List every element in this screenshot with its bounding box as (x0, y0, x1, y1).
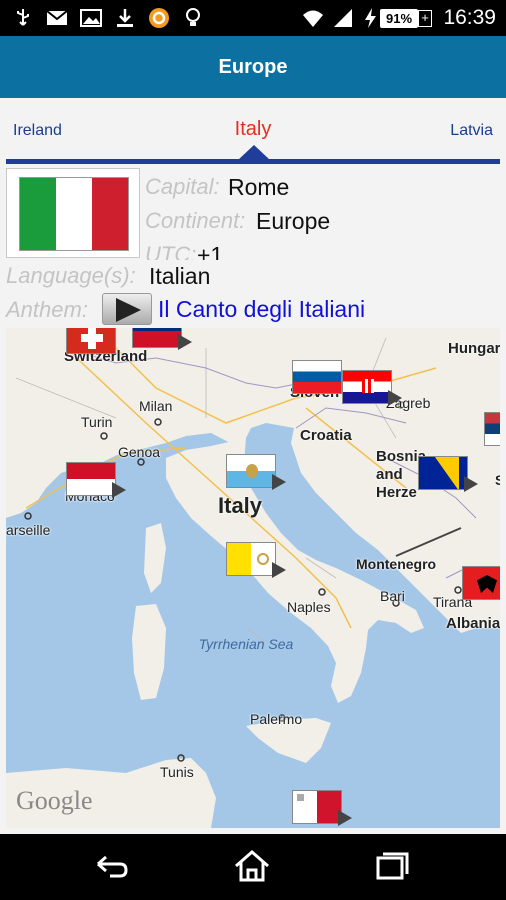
map-label-s-partial: S (495, 472, 500, 488)
bosnia-flag (418, 456, 468, 490)
map-label-bari: Bari (380, 588, 405, 604)
signal-icon (334, 9, 352, 27)
map-label-turin: Turin (81, 414, 113, 430)
home-icon[interactable] (232, 848, 272, 884)
switzerland-flag (66, 328, 116, 354)
play-icon (116, 298, 141, 322)
country-pager-tabs: Ireland Italy Latvia (0, 98, 506, 166)
albania-flag (462, 566, 500, 600)
battery-indicator: 91% (380, 9, 418, 28)
usb-icon (17, 9, 29, 26)
anthem-label: Anthem: (6, 297, 88, 322)
tab-current-country[interactable]: Italy (0, 118, 506, 141)
slovenia-flag (292, 360, 342, 394)
battery-plus-icon: + (418, 10, 432, 27)
play-anthem-button[interactable] (102, 293, 152, 325)
map-label-italy: Italy (218, 493, 263, 518)
vatican-flag (226, 542, 276, 576)
action-bar: Europe (0, 36, 506, 98)
map-label-hungary: Hungar (448, 340, 500, 357)
app-notification-icon (149, 8, 169, 28)
country-detail: Ireland Italy Latvia Capital: Rome Conti… (0, 98, 506, 834)
tab-indicator-caret (238, 145, 270, 160)
continent-label: Continent: (145, 208, 246, 233)
charging-icon (365, 8, 376, 28)
back-icon[interactable] (92, 848, 132, 884)
country-flag-frame (6, 168, 140, 258)
map-label-palermo: Palermo (250, 711, 303, 727)
map-label-montenegro: Montenegro (356, 556, 437, 572)
utc-label: UTC: (145, 242, 197, 260)
map-label-milan: Milan (139, 398, 173, 414)
map-label-naples: Naples (287, 599, 331, 615)
italy-flag (19, 177, 129, 251)
map-label-tyrrhenian-sea: Tyrrhenian Sea (198, 636, 294, 652)
utc-value: +1 (197, 242, 224, 260)
tab-next-country[interactable]: Latvia (450, 122, 493, 140)
download-icon (117, 9, 133, 27)
clock: 16:39 (443, 6, 496, 29)
liechtenstein-flag (132, 328, 182, 348)
utc-row: UTC: +1 (145, 242, 295, 260)
map-label-marseille: arseille (6, 522, 51, 538)
gallery-icon (80, 9, 102, 27)
map-label-albania: Albania (446, 615, 500, 632)
country-map[interactable]: Switzerland Hungar Sloven Croatia Bosnia… (6, 328, 500, 828)
capital-label: Capital: (145, 174, 220, 199)
map-label-croatia: Croatia (300, 427, 352, 444)
language-label: Language(s): (6, 263, 136, 288)
capital-value: Rome (228, 174, 290, 200)
tab-indicator-line (6, 159, 500, 164)
language-value: Italian (149, 263, 211, 289)
malta-flag (292, 790, 342, 824)
navigation-bar (0, 834, 506, 900)
san-marino-flag (226, 454, 276, 488)
monaco-flag (66, 462, 116, 496)
map-label-genoa: Genoa (118, 444, 161, 460)
mail-icon (46, 10, 68, 25)
wifi-icon (303, 10, 323, 27)
anthem-link[interactable]: Il Canto degli Italiani (158, 296, 365, 323)
page-title: Europe (218, 56, 288, 78)
serbia-flag (484, 412, 500, 446)
map-label-tunis: Tunis (160, 764, 194, 780)
recent-apps-icon[interactable] (372, 848, 412, 884)
lightbulb-icon (186, 8, 200, 26)
google-attribution-logo: Google (16, 786, 93, 815)
status-bar: 91% + 16:39 (0, 0, 506, 36)
croatia-flag (342, 370, 392, 404)
continent-value: Europe (256, 208, 331, 234)
